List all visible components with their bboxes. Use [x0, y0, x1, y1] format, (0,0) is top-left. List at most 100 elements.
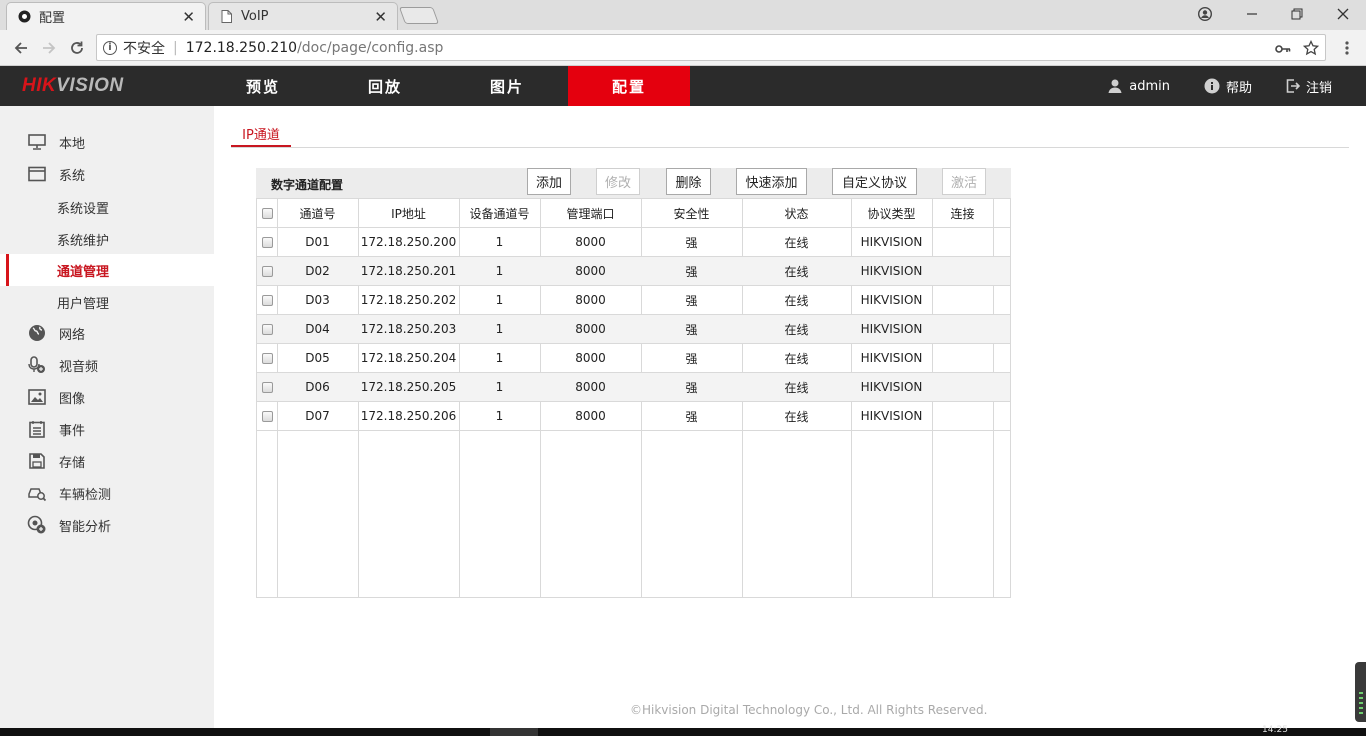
cell-connect[interactable] [932, 286, 993, 314]
digital-channel-panel: 数字通道配置 添加 修改 删除 快速添加 自定义协议 激活 通道号 IP地址 设… [256, 168, 1011, 598]
cell-port: 8000 [575, 322, 606, 336]
sidebar-item-system-settings[interactable]: 系统设置 [0, 191, 214, 223]
browser-menu-icon[interactable] [1334, 35, 1360, 61]
table-row[interactable]: D06 172.18.250.205 1 8000 强 在线 HIKVISION [257, 373, 1010, 402]
browser-tab-config[interactable]: 配置 ✕ [6, 2, 206, 30]
cell-connect[interactable] [932, 402, 993, 430]
logout-link[interactable]: 注销 [1286, 77, 1332, 96]
user-menu[interactable]: admin [1107, 78, 1170, 94]
app-header: HIKVISION 预览 回放 图片 配置 admin 帮助 注销 [0, 66, 1366, 106]
modify-button[interactable]: 修改 [596, 168, 640, 195]
cell-ip: 172.18.250.205 [360, 380, 457, 394]
table-row[interactable]: D05 172.18.250.204 1 8000 强 在线 HIKVISION [257, 344, 1010, 373]
sidebar-item-system[interactable]: 系统 [0, 158, 214, 190]
forward-button[interactable] [36, 35, 62, 61]
divider [231, 147, 1349, 148]
sidebar-item-storage[interactable]: 存储 [0, 445, 214, 477]
sidebar-item-image[interactable]: 图像 [0, 381, 214, 413]
activate-button[interactable]: 激活 [942, 168, 986, 195]
browser-tab-voip[interactable]: VoIP ✕ [208, 2, 398, 30]
custom-protocol-button[interactable]: 自定义协议 [832, 168, 917, 195]
cell-connect[interactable] [932, 315, 993, 343]
cell-security: 强 [685, 322, 698, 337]
cell-port: 8000 [575, 380, 606, 394]
nav-preview[interactable]: 预览 [202, 66, 324, 106]
taskbar-clock: 14:25 [1262, 725, 1288, 735]
taskbar-app-button[interactable] [490, 728, 538, 736]
sidebar-item-label: 图像 [59, 391, 86, 407]
row-checkbox[interactable] [257, 257, 277, 285]
row-checkbox[interactable] [257, 344, 277, 372]
cell-connect[interactable] [932, 344, 993, 372]
cell-connect[interactable] [932, 228, 993, 256]
restore-button[interactable] [1274, 0, 1320, 28]
sidebar-item-channel-management[interactable]: 通道管理 [0, 254, 214, 286]
window-icon [27, 164, 47, 184]
back-button[interactable] [8, 35, 34, 61]
cell-port: 8000 [575, 293, 606, 307]
table-row[interactable]: D02 172.18.250.201 1 8000 强 在线 HIKVISION [257, 257, 1010, 286]
cell-ip: 172.18.250.202 [360, 293, 457, 307]
row-checkbox[interactable] [257, 373, 277, 401]
user-icon [1108, 79, 1122, 93]
reload-button[interactable] [64, 35, 90, 61]
quick-add-button[interactable]: 快速添加 [736, 168, 807, 195]
close-tab-icon[interactable]: ✕ [182, 8, 195, 26]
logout-icon [1286, 79, 1300, 93]
new-tab-button[interactable] [398, 7, 440, 24]
sidebar-item-smart-analysis[interactable]: 智能分析 [0, 509, 214, 541]
cell-status: 在线 [784, 235, 809, 250]
bookmark-star-icon[interactable] [1302, 39, 1320, 60]
column-header: 安全性 [673, 206, 710, 221]
sidebar-item-label: 用户管理 [57, 296, 110, 312]
column-header: 通道号 [299, 206, 336, 221]
sidebar-item-system-maintenance[interactable]: 系统维护 [0, 223, 214, 255]
cell-connect[interactable] [932, 257, 993, 285]
close-window-button[interactable] [1320, 0, 1366, 28]
car-search-icon [27, 483, 47, 503]
delete-button[interactable]: 删除 [666, 168, 711, 195]
add-button[interactable]: 添加 [527, 168, 571, 195]
address-bar[interactable]: i 不安全 | 172.18.250.210 /doc/page/config.… [96, 34, 1326, 61]
sidebar-item-network[interactable]: 网络 [0, 317, 214, 349]
profile-icon[interactable] [1182, 0, 1228, 28]
select-all-checkbox[interactable] [257, 199, 277, 227]
cell-connect[interactable] [932, 373, 993, 401]
row-checkbox[interactable] [257, 315, 277, 343]
row-checkbox[interactable] [257, 402, 277, 430]
sidebar-item-user-management[interactable]: 用户管理 [0, 286, 214, 318]
cell-ip: 172.18.250.206 [360, 409, 457, 423]
table-row[interactable]: D04 172.18.250.203 1 8000 强 在线 HIKVISION [257, 315, 1010, 344]
close-tab-icon[interactable]: ✕ [374, 8, 387, 26]
cell-protocol: HIKVISION [860, 380, 923, 394]
key-icon[interactable] [1275, 42, 1291, 58]
sidebar-item-local[interactable]: 本地 [0, 126, 214, 158]
cell-device-channel: 1 [495, 235, 504, 249]
cell-security: 强 [685, 264, 698, 279]
sidebar-item-video-audio[interactable]: 视音频 [0, 349, 214, 381]
cell-channel: D02 [305, 264, 330, 278]
nav-configuration[interactable]: 配置 [568, 66, 690, 106]
tab-ip-channel[interactable]: IP通道 [231, 118, 291, 147]
nav-picture[interactable]: 图片 [446, 66, 568, 106]
cell-channel: D01 [305, 235, 330, 249]
monitor-icon [27, 132, 47, 152]
sidebar-item-event[interactable]: 事件 [0, 413, 214, 445]
table-row[interactable]: D01 172.18.250.200 1 8000 强 在线 HIKVISION [257, 228, 1010, 257]
row-checkbox[interactable] [257, 286, 277, 314]
table-row[interactable]: D03 172.18.250.202 1 8000 强 在线 HIKVISION [257, 286, 1010, 315]
table-row[interactable]: D07 172.18.250.206 1 8000 强 在线 HIKVISION [257, 402, 1010, 431]
hikvision-favicon-icon [17, 10, 31, 24]
cell-status: 在线 [784, 351, 809, 366]
sidebar-item-vehicle-detection[interactable]: 车辆检测 [0, 477, 214, 509]
info-icon[interactable]: i [103, 40, 117, 55]
help-link[interactable]: 帮助 [1204, 77, 1252, 96]
nav-playback[interactable]: 回放 [324, 66, 446, 106]
cell-port: 8000 [575, 409, 606, 423]
row-checkbox[interactable] [257, 228, 277, 256]
cell-device-channel: 1 [495, 380, 504, 394]
network-meter-widget[interactable] [1355, 662, 1366, 722]
minimize-button[interactable] [1229, 0, 1275, 28]
cell-status: 在线 [784, 380, 809, 395]
microphone-icon [27, 355, 47, 375]
